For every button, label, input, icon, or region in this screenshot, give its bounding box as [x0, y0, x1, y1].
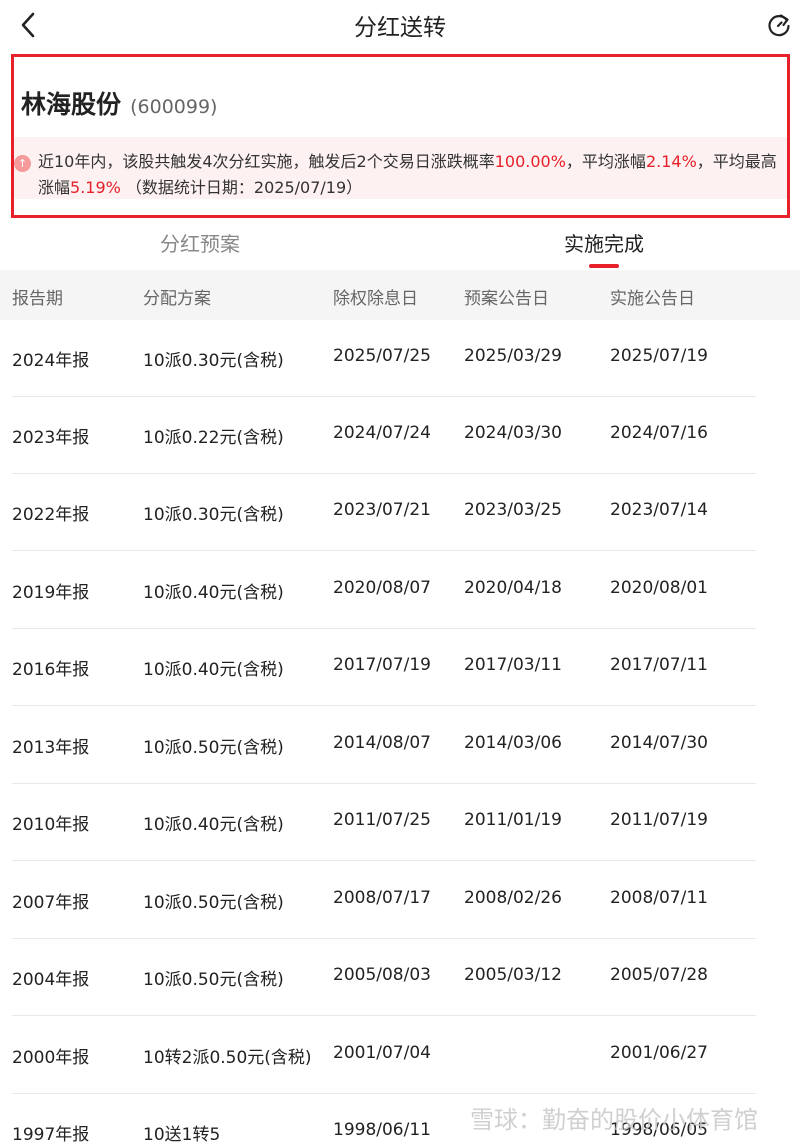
- tab-implemented[interactable]: 实施完成: [564, 228, 644, 257]
- implement-announce-date-cell: 2023/07/14: [610, 500, 708, 520]
- stats-text-1: 近10年内，该股共触发4次分红实施，触发后2个交易日涨跌概率: [38, 152, 495, 171]
- stock-heading: 林海股份 (600099): [21, 85, 217, 121]
- implement-announce-date-cell: 2017/07/11: [610, 655, 708, 675]
- report-period-cell: 2004年报: [12, 970, 90, 990]
- trigger-stats-text: 近10年内，该股共触发4次分红实施，触发后2个交易日涨跌概率100.00%，平均…: [38, 149, 788, 201]
- plan-announce-date-cell: 2011/01/19: [464, 810, 562, 830]
- row-divider: [12, 1015, 756, 1016]
- table-row[interactable]: 2004年报 10派0.50元(含税) 2005/08/03 2005/03/1…: [0, 939, 800, 1016]
- ex-date-cell: 2005/08/03: [333, 965, 431, 985]
- plan-cell: 10派0.30元(含税): [143, 505, 284, 525]
- ex-date-cell: 2025/07/25: [333, 346, 431, 366]
- table-row[interactable]: 2010年报 10派0.40元(含税) 2011/07/25 2011/01/1…: [0, 784, 800, 861]
- table-row[interactable]: 2013年报 10派0.50元(含税) 2014/08/07 2014/03/0…: [0, 707, 800, 784]
- active-tab-indicator: [589, 264, 619, 268]
- ex-date-cell: 1998/06/11: [333, 1120, 431, 1140]
- table-row[interactable]: 2000年报 10转2派0.50元(含税) 2001/07/04 2001/06…: [0, 1017, 800, 1094]
- column-header-report-period: 报告期: [12, 289, 63, 309]
- report-period-cell: 2013年报: [12, 738, 90, 758]
- stock-name: 林海股份: [21, 90, 122, 119]
- plan-cell: 10派0.30元(含税): [143, 351, 284, 371]
- column-header-plan-announce-date: 预案公告日: [464, 289, 549, 309]
- plan-announce-date-cell: 2025/03/29: [464, 346, 562, 366]
- column-header-implement-announce-date: 实施公告日: [610, 289, 695, 309]
- plan-cell: 10派0.40元(含税): [143, 815, 284, 835]
- table-row[interactable]: 2016年报 10派0.40元(含税) 2017/07/19 2017/03/1…: [0, 629, 800, 706]
- plan-announce-date-cell: 2020/04/18: [464, 578, 562, 598]
- plan-announce-date-cell: 2017/03/11: [464, 655, 562, 675]
- table-row[interactable]: 2023年报 10派0.22元(含税) 2024/07/24 2024/03/3…: [0, 397, 800, 474]
- report-period-cell: 2022年报: [12, 505, 90, 525]
- implement-announce-date-cell: 2024/07/16: [610, 423, 708, 443]
- trigger-stats-note: ↑ 近10年内，该股共触发4次分红实施，触发后2个交易日涨跌概率100.00%，…: [14, 137, 787, 199]
- plan-announce-date-cell: 2014/03/06: [464, 733, 562, 753]
- column-header-plan: 分配方案: [143, 289, 211, 309]
- plan-cell: 10派0.50元(含税): [143, 738, 284, 758]
- plan-cell: 10派0.40元(含税): [143, 583, 284, 603]
- ex-date-cell: 2011/07/25: [333, 810, 431, 830]
- report-period-cell: 2007年报: [12, 893, 90, 913]
- column-header-ex-date: 除权除息日: [333, 289, 418, 309]
- ex-date-cell: 2024/07/24: [333, 423, 431, 443]
- ex-date-cell: 2014/08/07: [333, 733, 431, 753]
- stats-text-2: ，平均涨幅: [565, 152, 646, 171]
- ex-date-cell: 2017/07/19: [333, 655, 431, 675]
- table-header: 报告期 分配方案 除权除息日 预案公告日 实施公告日: [0, 270, 800, 320]
- table-row[interactable]: 2019年报 10派0.40元(含税) 2020/08/07 2020/04/1…: [0, 552, 800, 629]
- plan-announce-date-cell: 2023/03/25: [464, 500, 562, 520]
- page-title: 分红送转: [354, 15, 446, 41]
- plan-cell: 10派0.50元(含税): [143, 970, 284, 990]
- implement-announce-date-cell: 2020/08/01: [610, 578, 708, 598]
- watermark-text: 雪球：勤奋的股价小体育馆: [470, 1106, 758, 1134]
- plan-cell: 10派0.40元(含税): [143, 660, 284, 680]
- table-row[interactable]: 2022年报 10派0.30元(含税) 2023/07/21 2023/03/2…: [0, 474, 800, 551]
- stock-summary-box: 林海股份 (600099) ↑ 近10年内，该股共触发4次分红实施，触发后2个交…: [11, 54, 790, 218]
- average-rise: 2.14%: [645, 152, 697, 171]
- ex-date-cell: 2001/07/04: [333, 1043, 431, 1063]
- report-period-cell: 2019年报: [12, 583, 90, 603]
- report-period-cell: 2024年报: [12, 351, 90, 371]
- top-bar: 分红送转: [0, 0, 800, 50]
- table-row[interactable]: 2024年报 10派0.30元(含税) 2025/07/25 2025/03/2…: [0, 320, 800, 397]
- implement-announce-date-cell: 2014/07/30: [610, 733, 708, 753]
- implement-announce-date-cell: 2005/07/28: [610, 965, 708, 985]
- implement-announce-date-cell: 2008/07/11: [610, 888, 708, 908]
- table-row[interactable]: 2007年报 10派0.50元(含税) 2008/07/17 2008/02/2…: [0, 862, 800, 939]
- report-period-cell: 2023年报: [12, 428, 90, 448]
- implement-announce-date-cell: 2001/06/27: [610, 1043, 708, 1063]
- report-period-cell: 2010年报: [12, 815, 90, 835]
- plan-cell: 10派0.22元(含税): [143, 428, 284, 448]
- implement-announce-date-cell: 2025/07/19: [610, 346, 708, 366]
- tab-dividend-plan[interactable]: 分红预案: [160, 228, 240, 257]
- stock-code: (600099): [130, 96, 218, 118]
- up-arrow-icon: ↑: [14, 155, 31, 172]
- average-max-rise: 5.19%: [70, 178, 121, 197]
- implement-announce-date-cell: 2011/07/19: [610, 810, 708, 830]
- plan-announce-date-cell: 2024/03/30: [464, 423, 562, 443]
- row-divider: [12, 550, 756, 551]
- report-period-cell: 1997年报: [12, 1125, 90, 1145]
- row-divider: [12, 860, 756, 861]
- row-divider: [12, 705, 756, 706]
- plan-cell: 10转2派0.50元(含税): [143, 1048, 312, 1068]
- plan-cell: 10送1转5: [143, 1125, 221, 1145]
- plan-cell: 10派0.50元(含税): [143, 893, 284, 913]
- ex-date-cell: 2023/07/21: [333, 500, 431, 520]
- ex-date-cell: 2008/07/17: [333, 888, 431, 908]
- plan-announce-date-cell: 2008/02/26: [464, 888, 562, 908]
- refresh-icon[interactable]: [766, 13, 792, 39]
- rise-probability: 100.00%: [494, 152, 566, 171]
- dividend-page: 分红送转 林海股份 (600099) ↑ 近10年内，该股共触发4次分红实施，触…: [0, 0, 800, 1145]
- report-period-cell: 2016年报: [12, 660, 90, 680]
- stats-date: （数据统计日期：2025/07/19）: [120, 178, 363, 197]
- plan-announce-date-cell: 2005/03/12: [464, 965, 562, 985]
- report-period-cell: 2000年报: [12, 1048, 90, 1068]
- ex-date-cell: 2020/08/07: [333, 578, 431, 598]
